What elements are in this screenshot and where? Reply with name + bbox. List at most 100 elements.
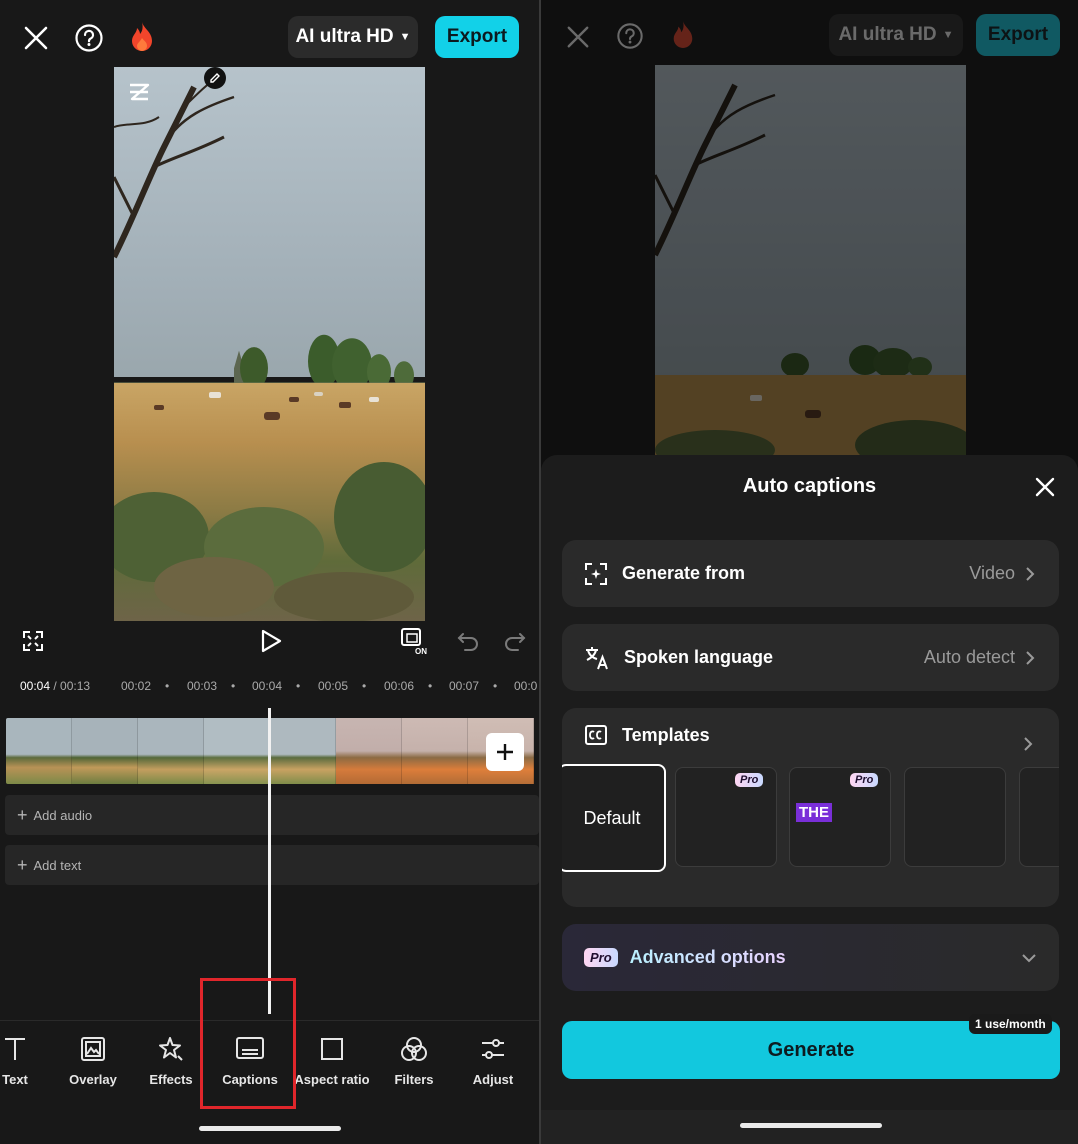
ruler-mark: 00:07: [449, 679, 480, 693]
tool-label: Filters: [394, 1072, 434, 1087]
add-text-label: Add text: [33, 857, 82, 873]
template-item[interactable]: Pro THE: [789, 767, 891, 867]
editor-screen: AI ultra HD ▼ Export ON 00:04 / 00:13 00…: [0, 0, 539, 1144]
tool-effects[interactable]: Effects: [131, 1036, 211, 1087]
ruler-mark: 00:0: [514, 679, 538, 693]
chevron-right-icon: [1026, 566, 1035, 581]
quality-label: AI ultra HD: [295, 26, 394, 47]
export-button: Export: [976, 14, 1060, 56]
quality-label: AI ultra HD: [838, 24, 937, 45]
plus-icon: +: [17, 804, 28, 825]
add-text-track[interactable]: + Add text: [5, 845, 539, 885]
ruler-dot: •: [231, 679, 236, 693]
tool-filters[interactable]: Filters: [374, 1036, 454, 1087]
generate-from-row[interactable]: Generate from Video: [562, 540, 1059, 607]
caret-down-icon: ▼: [399, 31, 411, 43]
overlay-icon: [81, 1037, 105, 1061]
video-preview[interactable]: [114, 67, 425, 621]
undo-icon[interactable]: [455, 628, 481, 654]
generate-from-value: Video: [969, 563, 1037, 584]
ruler-mark: 00:05: [318, 679, 349, 693]
ruler-mark: 00:06: [384, 679, 415, 693]
auto-captions-screen: AI ultra HD ▼ Export Auto captions Gener…: [541, 0, 1078, 1144]
video-frame: [114, 67, 425, 621]
template-default[interactable]: Default: [562, 764, 666, 872]
generate-from-value-text: Video: [969, 563, 1015, 583]
template-label: Default: [583, 807, 641, 828]
advanced-options-label: Advanced options: [629, 947, 786, 967]
captions-highlight-box: [200, 978, 296, 1109]
usage-badge: 1 use/month: [969, 1014, 1052, 1034]
templates-header[interactable]: Templates: [584, 724, 710, 746]
timecode-total: / 00:13: [50, 679, 91, 693]
flame-icon[interactable]: [127, 20, 157, 54]
effects-icon: [159, 1037, 183, 1061]
adjust-icon: [482, 1039, 504, 1059]
chevron-down-icon: [1022, 953, 1036, 962]
tool-overlay[interactable]: Overlay: [53, 1036, 133, 1087]
ruler-dot: •: [165, 679, 170, 693]
pro-badge: Pro: [584, 948, 618, 967]
clip-thumbnail: [72, 718, 138, 784]
spoken-language-value-text: Auto detect: [923, 647, 1015, 667]
ruler-mark: 00:02: [121, 679, 152, 693]
caption-toggle-icon[interactable]: ON: [398, 626, 432, 656]
tool-label: Adjust: [472, 1072, 514, 1087]
ruler-dot: •: [362, 679, 367, 693]
edit-pencil-icon[interactable]: [204, 67, 226, 89]
clip-thumbnail: [270, 718, 336, 784]
quality-dropdown: AI ultra HD ▼: [829, 14, 963, 56]
export-button[interactable]: Export: [435, 16, 519, 58]
add-clip-button[interactable]: [486, 733, 524, 771]
flame-icon: [668, 18, 698, 52]
template-sample-text: THE: [796, 803, 832, 822]
ruler-mark: 00:03: [187, 679, 218, 693]
generate-from-label: Generate from: [622, 563, 746, 583]
tool-label: Text: [2, 1072, 28, 1087]
close-icon[interactable]: [20, 22, 52, 54]
templates-card: Templates Default Pro Pro THE: [562, 708, 1059, 907]
svg-text:ON: ON: [415, 647, 427, 656]
tool-label: Effects: [149, 1072, 193, 1087]
playhead[interactable]: [268, 708, 271, 1014]
add-audio-label: Add audio: [33, 807, 93, 823]
video-clip-track[interactable]: [6, 718, 539, 784]
scan-icon: [585, 562, 607, 585]
spoken-language-row[interactable]: Spoken language Auto detect: [562, 624, 1059, 691]
spoken-language-value: Auto detect: [924, 647, 1037, 668]
tool-label: Aspect ratio: [294, 1072, 370, 1087]
ruler-mark: 00:04: [252, 679, 283, 693]
video-frame: [655, 65, 966, 455]
redo-icon[interactable]: [502, 628, 528, 654]
template-item[interactable]: Pro: [675, 767, 777, 867]
play-icon[interactable]: [257, 627, 285, 655]
filters-icon: [401, 1037, 427, 1061]
ruler-dot: •: [428, 679, 433, 693]
close-icon[interactable]: [1033, 475, 1057, 499]
help-icon[interactable]: [73, 22, 105, 54]
tool-adjust[interactable]: Adjust: [453, 1036, 533, 1087]
advanced-options-row[interactable]: Pro Advanced options: [562, 924, 1059, 991]
clip-thumbnail: [336, 718, 402, 784]
add-audio-track[interactable]: + Add audio: [5, 795, 539, 835]
quality-dropdown[interactable]: AI ultra HD ▼: [288, 16, 418, 58]
tool-text[interactable]: Text: [0, 1036, 55, 1087]
video-preview: [655, 65, 966, 455]
template-item[interactable]: [1019, 767, 1059, 867]
capcut-logo-icon: [128, 81, 150, 103]
fullscreen-icon[interactable]: [20, 628, 46, 654]
tool-aspect-ratio[interactable]: Aspect ratio: [292, 1036, 372, 1087]
template-item[interactable]: [904, 767, 1006, 867]
timecode-current: 00:04: [20, 679, 51, 693]
translate-icon: [586, 646, 608, 669]
close-icon: [563, 22, 593, 52]
chevron-right-icon[interactable]: [1021, 736, 1035, 752]
clip-thumbnail: [6, 718, 72, 784]
clip-thumbnail: [402, 718, 468, 784]
ruler-dot: •: [296, 679, 301, 693]
sheet-title: Auto captions: [742, 475, 877, 497]
pro-badge: Pro: [850, 773, 879, 787]
aspect-ratio-icon: [321, 1038, 343, 1060]
text-icon: [5, 1038, 25, 1060]
clip-thumbnail: [138, 718, 204, 784]
